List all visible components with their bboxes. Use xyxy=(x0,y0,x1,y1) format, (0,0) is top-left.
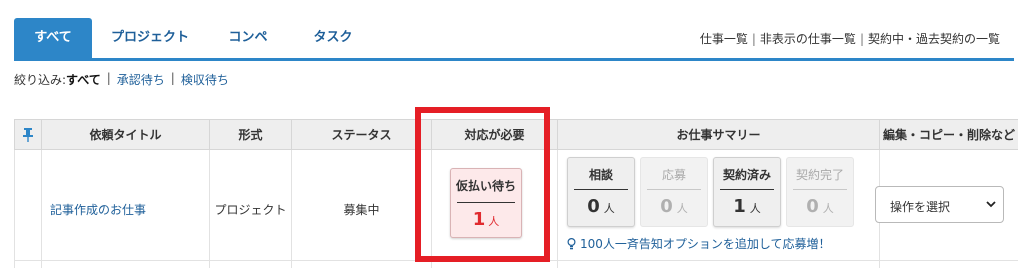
summary-label: 相談 xyxy=(588,168,613,182)
operation-select-value: 操作を選択 xyxy=(890,200,951,214)
tab-competition[interactable]: コンペ xyxy=(208,18,288,58)
summary-consultation-button[interactable]: 相談 0人 xyxy=(567,157,635,227)
tab-underline xyxy=(14,58,1014,61)
divider: | xyxy=(859,31,864,46)
pin-icon xyxy=(23,127,33,142)
divider: | xyxy=(751,31,756,46)
summary-contracted-button[interactable]: 契約済み 1人 xyxy=(713,157,781,227)
filter-current: すべて xyxy=(66,73,101,87)
tab-bar: すべて プロジェクト コンペ タスク xyxy=(14,18,378,58)
summary-count: 0人 xyxy=(787,196,853,217)
divider xyxy=(793,189,847,190)
row-divider xyxy=(14,260,1018,261)
summary-label: 契約済み xyxy=(722,168,771,182)
summary-completed-button[interactable]: 契約完了 0人 xyxy=(786,157,854,227)
count-unit: 人 xyxy=(749,202,761,215)
job-title-link[interactable]: 記事作成のお仕事 xyxy=(50,201,146,218)
count-number: 0 xyxy=(806,196,819,217)
count-number: 1 xyxy=(733,196,746,217)
divider xyxy=(647,189,701,190)
count-unit: 人 xyxy=(676,202,688,215)
tab-task[interactable]: タスク xyxy=(288,18,378,58)
announcement-option-text: 100人一斉告知オプションを追加して応募増！ xyxy=(580,237,831,251)
title-column-header: 依頼タイトル xyxy=(42,120,210,150)
tab-project[interactable]: プロジェクト xyxy=(92,18,208,58)
status-value: 募集中 xyxy=(343,203,380,217)
hidden-job-list-link[interactable]: 非表示の仕事一覧 xyxy=(760,30,856,47)
divider xyxy=(720,189,774,190)
chevron-down-icon xyxy=(985,198,997,213)
job-list-link[interactable]: 仕事一覧 xyxy=(700,30,748,47)
status-cell: 募集中 xyxy=(292,150,432,268)
divider: | xyxy=(170,71,175,85)
summary-count: 0人 xyxy=(641,196,707,217)
divider xyxy=(574,189,628,190)
pin-cell xyxy=(14,150,42,268)
format-column-header: 形式 xyxy=(210,120,292,150)
status-column-header: ステータス xyxy=(292,120,432,150)
count-unit: 人 xyxy=(488,215,500,228)
pin-column-header xyxy=(14,120,42,150)
count-number: 0 xyxy=(660,196,673,217)
edit-column-header: 編集・コピー・削除など xyxy=(880,120,1018,150)
filter-label: 絞り込み: xyxy=(14,73,67,87)
summary-count: 0人 xyxy=(568,196,634,217)
count-number: 1 xyxy=(472,209,486,230)
summary-column-header: お仕事サマリー xyxy=(558,120,880,150)
count-unit: 人 xyxy=(822,202,834,215)
tab-all[interactable]: すべて xyxy=(14,18,92,58)
announcement-option-link[interactable]: 100人一斉告知オプションを追加して応募増！ xyxy=(567,235,831,252)
format-value: プロジェクト xyxy=(214,203,287,217)
lightbulb-icon xyxy=(567,237,576,250)
summary-label: 契約完了 xyxy=(795,168,844,182)
title-cell: 記事作成のお仕事 xyxy=(42,150,210,268)
divider: | xyxy=(106,71,111,85)
filter-awaiting-inspection[interactable]: 検収待ち xyxy=(181,71,229,88)
awaiting-payment-label: 仮払い待ち xyxy=(455,179,516,193)
awaiting-payment-button[interactable]: 仮払い待ち 1人 xyxy=(450,168,522,238)
operation-select[interactable]: 操作を選択 xyxy=(875,186,1004,223)
action-column-header: 対応が必要 xyxy=(432,120,558,150)
count-unit: 人 xyxy=(603,202,615,215)
filter-awaiting-approval[interactable]: 承認待ち xyxy=(117,71,165,88)
summary-count: 1人 xyxy=(714,196,780,217)
count-number: 0 xyxy=(587,196,600,217)
header-links: 仕事一覧 | 非表示の仕事一覧 | 契約中・過去契約の一覧 xyxy=(700,30,1000,47)
filter-bar: 絞り込み: すべて | 承認待ち | 検収待ち xyxy=(14,71,229,88)
divider xyxy=(457,202,515,203)
contract-list-link[interactable]: 契約中・過去契約の一覧 xyxy=(868,30,1000,47)
summary-applications-button[interactable]: 応募 0人 xyxy=(640,157,708,227)
summary-label: 応募 xyxy=(661,168,686,182)
format-cell: プロジェクト xyxy=(210,150,292,268)
awaiting-payment-count: 1人 xyxy=(451,209,521,230)
